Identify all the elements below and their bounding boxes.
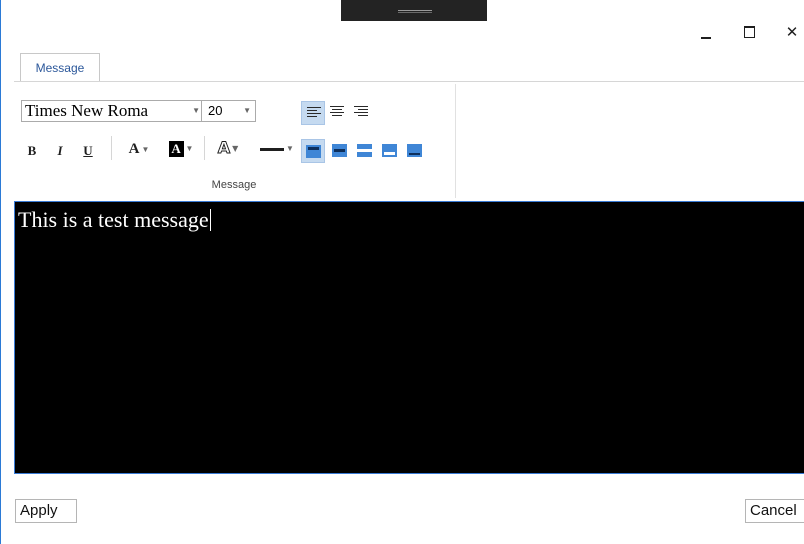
italic-button[interactable]: I	[52, 140, 68, 162]
position-bottom-edge-button[interactable]	[403, 139, 427, 163]
font-size-combo[interactable]: 20 ▼	[201, 100, 256, 122]
position-center-button[interactable]	[353, 139, 377, 163]
text-outline-button[interactable]: A ▼	[211, 137, 245, 159]
position-bottom-icon	[382, 144, 397, 157]
divider	[111, 136, 112, 160]
ribbon-panel: Times New Roma ▼ 20 ▼ B I U A ▼ A ▼ A ▼ …	[14, 81, 804, 201]
ribbon-group-label: Message	[211, 179, 257, 191]
apply-button[interactable]: Apply	[15, 499, 77, 523]
position-top-button[interactable]	[301, 139, 325, 163]
background-color-icon: A	[168, 141, 184, 157]
chevron-down-icon: ▼	[286, 144, 294, 153]
message-text[interactable]: This is a test message	[18, 207, 211, 233]
text-caret	[209, 209, 211, 231]
grip-line	[398, 10, 432, 11]
divider	[204, 136, 205, 160]
chevron-down-icon: ▼	[185, 144, 194, 153]
close-button[interactable]: ✕	[779, 20, 804, 44]
message-editor-window: ✕ Message Times New Roma ▼ 20 ▼ B I U A …	[0, 0, 804, 544]
bold-button[interactable]: B	[24, 140, 40, 162]
align-left-button[interactable]	[301, 101, 325, 125]
underline-icon: U	[83, 143, 93, 158]
position-bottom-button[interactable]	[378, 139, 402, 163]
cancel-button[interactable]: Cancel	[745, 499, 804, 523]
cancel-button-label: Cancel	[750, 502, 797, 519]
align-right-icon	[354, 106, 368, 118]
position-top-icon	[306, 145, 321, 158]
chevron-down-icon: ▼	[232, 143, 239, 153]
tab-message[interactable]: Message	[20, 53, 100, 82]
minimize-button[interactable]	[693, 20, 719, 44]
chevron-down-icon: ▼	[192, 106, 200, 115]
ribbon-divider	[455, 84, 456, 198]
apply-button-label: Apply	[20, 502, 58, 519]
bold-icon: B	[27, 143, 37, 158]
position-center-icon	[357, 144, 372, 157]
font-family-value: Times New Roma	[25, 101, 149, 120]
position-bottom-edge-icon	[407, 144, 422, 157]
align-center-icon	[330, 106, 344, 118]
outline-width-button[interactable]: ▼	[258, 138, 296, 160]
align-left-icon	[307, 107, 321, 119]
close-icon: ✕	[785, 23, 799, 41]
grip-line	[398, 12, 432, 13]
font-color-button[interactable]: A ▼	[124, 138, 154, 160]
italic-icon: I	[57, 143, 63, 158]
align-center-button[interactable]	[325, 101, 349, 125]
line-width-icon	[260, 147, 285, 151]
tab-message-label: Message	[35, 61, 85, 75]
font-size-value: 20	[208, 103, 223, 118]
background-color-button[interactable]: A ▼	[164, 138, 198, 160]
chevron-down-icon: ▼	[141, 144, 150, 154]
underline-button[interactable]: U	[80, 140, 96, 162]
message-editor[interactable]: This is a test message	[14, 201, 804, 474]
align-right-button[interactable]	[349, 101, 373, 125]
position-middle-icon	[332, 144, 347, 157]
text-outline-icon: A	[217, 138, 231, 158]
maximize-icon	[744, 26, 755, 38]
minimize-icon	[701, 37, 711, 39]
position-middle-button[interactable]	[328, 139, 352, 163]
chevron-down-icon: ▼	[243, 106, 251, 115]
font-color-icon: A	[128, 141, 140, 157]
maximize-button[interactable]	[736, 20, 762, 44]
message-text-value: This is a test message	[18, 207, 209, 232]
font-family-combo[interactable]: Times New Roma ▼	[21, 100, 209, 122]
title-drag-handle[interactable]	[341, 0, 487, 21]
